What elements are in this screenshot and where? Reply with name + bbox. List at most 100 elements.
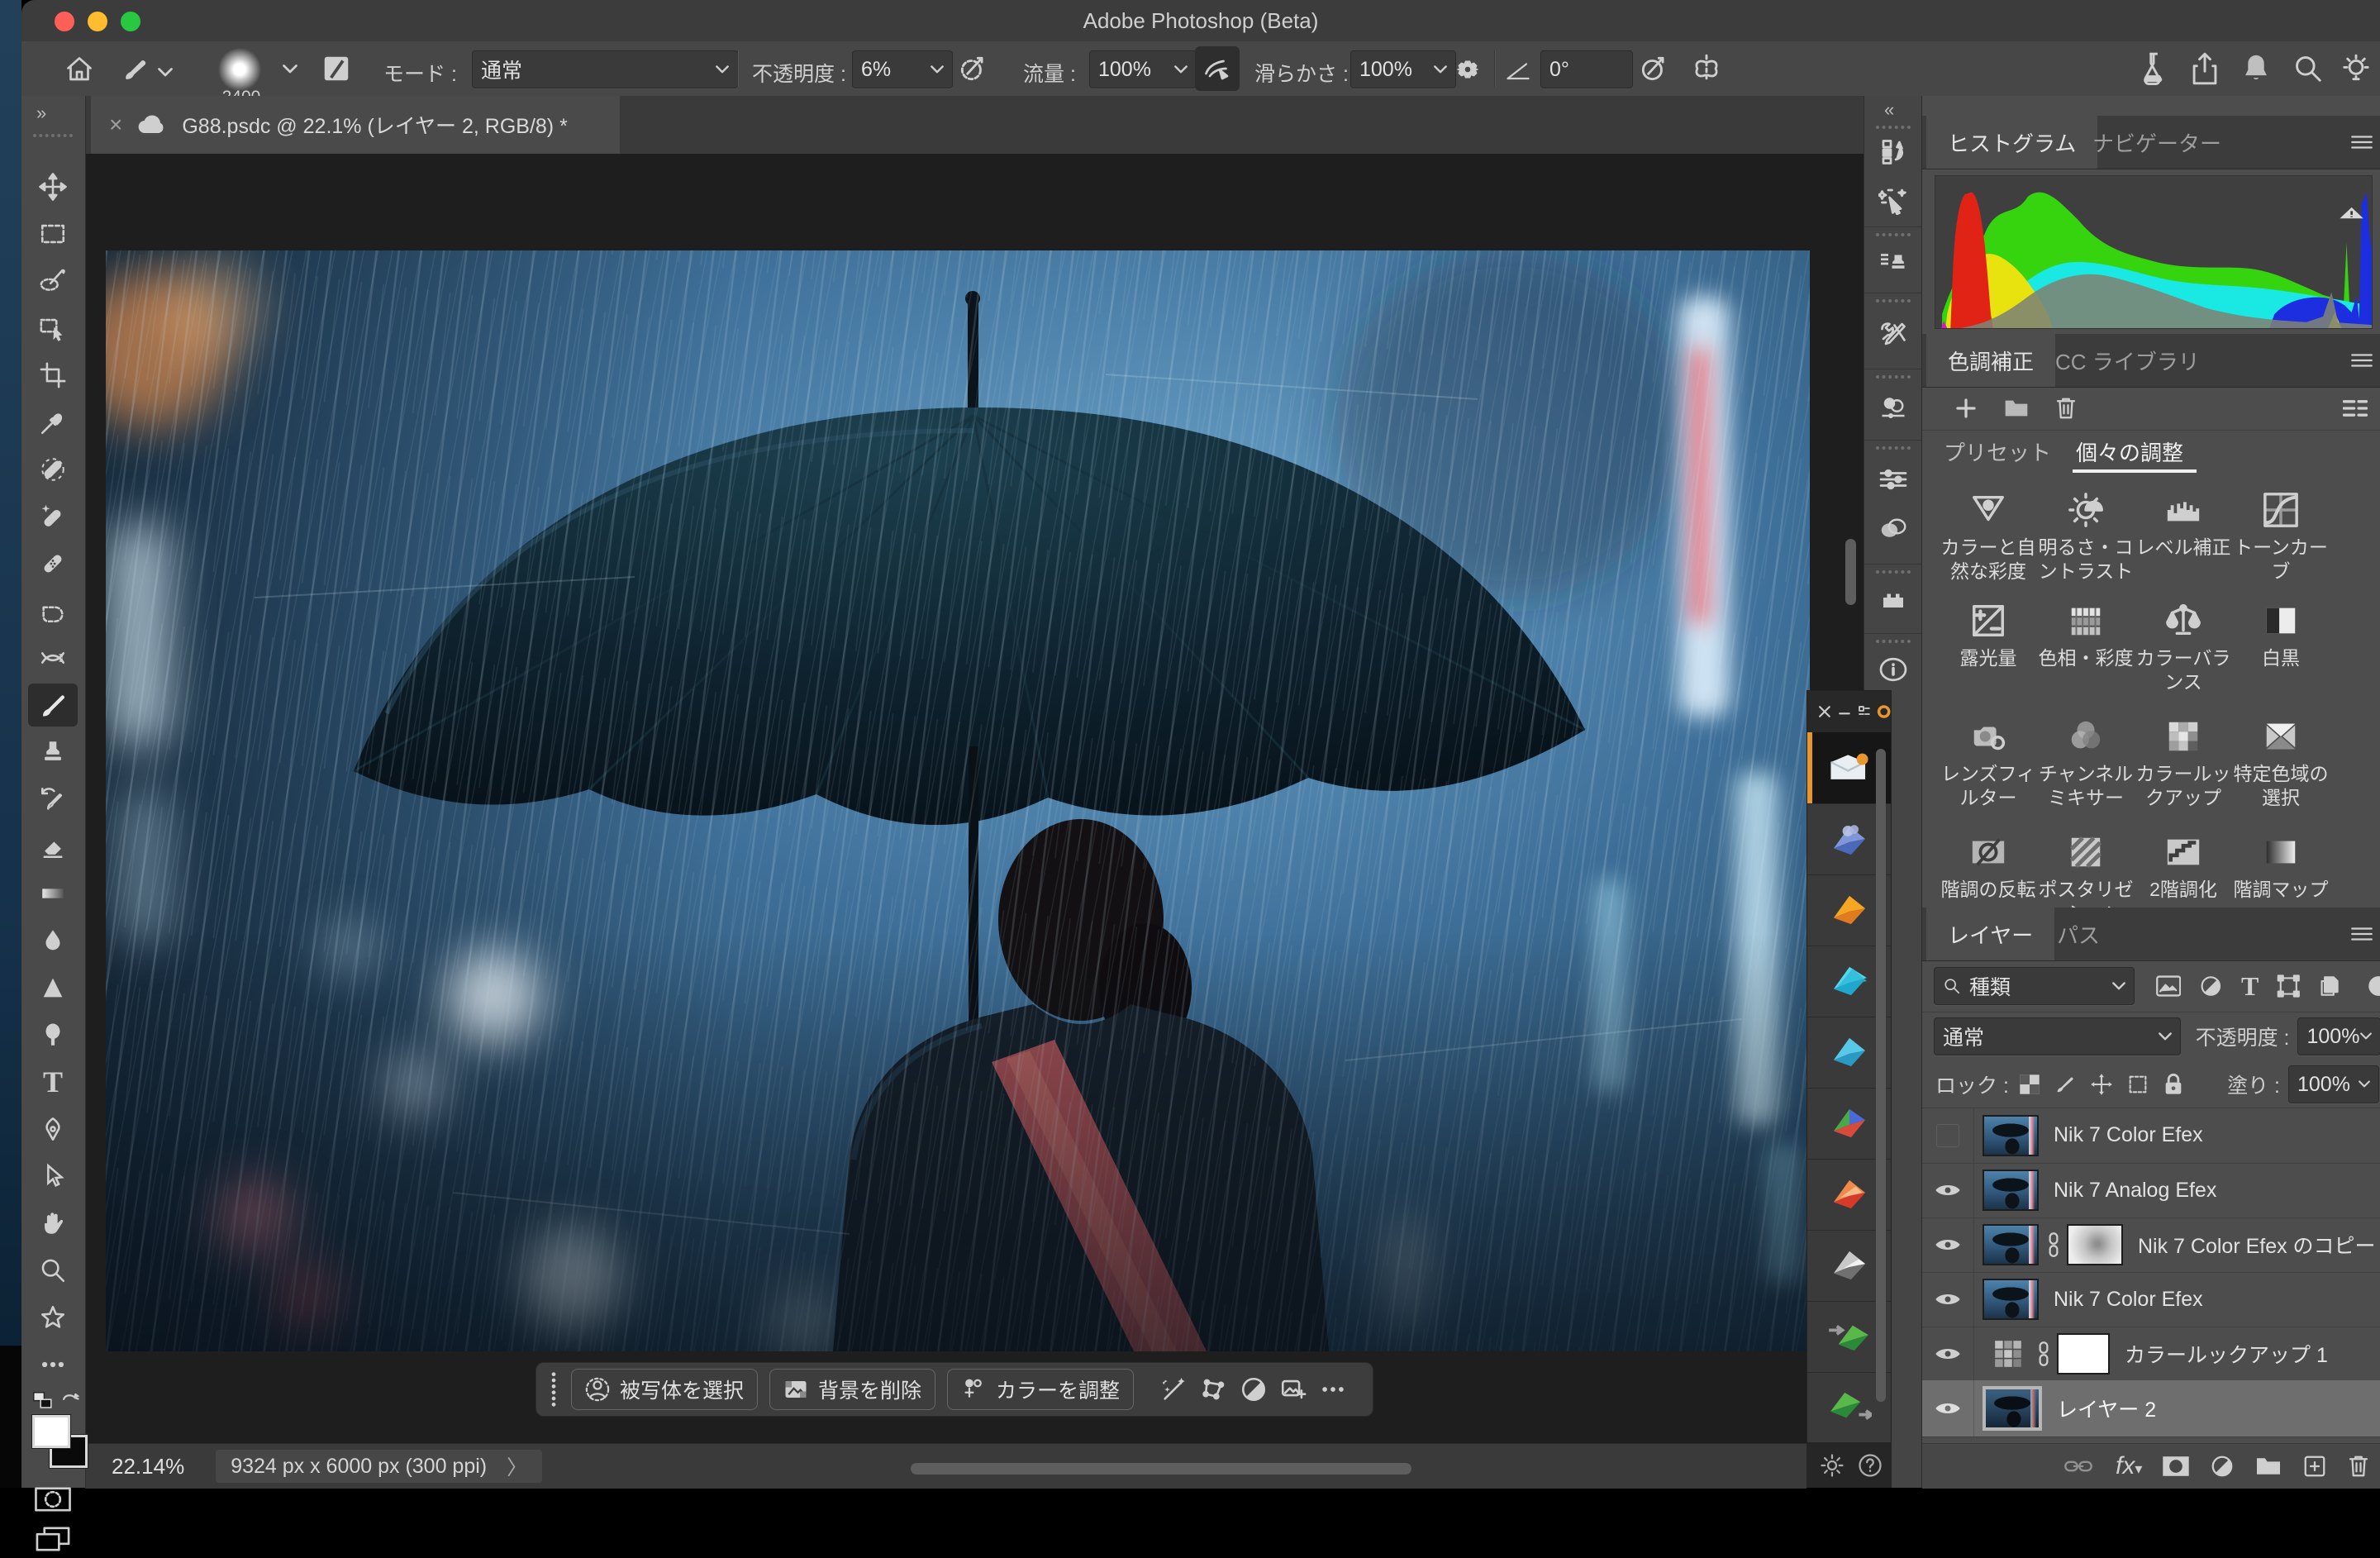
layer-thumbnail[interactable] — [1983, 1224, 2039, 1265]
pressure-size-icon[interactable] — [1638, 53, 1669, 84]
select-subject-button[interactable]: 被写体を選択 — [571, 1369, 758, 1410]
adjustment-threshold[interactable]: 2階調化 — [2135, 833, 2231, 902]
panel-menu-icon[interactable] — [2351, 352, 2373, 369]
tool-crop[interactable] — [28, 354, 78, 397]
tool-eyedropper[interactable] — [28, 401, 78, 444]
tool-zoom[interactable] — [28, 1249, 78, 1292]
close-tab-icon[interactable]: × — [109, 112, 122, 138]
tool-spot-healing-brush[interactable] — [28, 495, 78, 538]
add-image-icon[interactable] — [1279, 1375, 1307, 1403]
visibility-toggle[interactable] — [1922, 1272, 1974, 1327]
bell-icon[interactable] — [2240, 51, 2273, 86]
tool-brush[interactable] — [28, 684, 78, 727]
tool-history-brush[interactable] — [28, 778, 78, 821]
tool-custom-shape[interactable] — [28, 1296, 78, 1339]
tool-gradient[interactable] — [28, 872, 78, 915]
new-group-folder-icon[interactable] — [2003, 396, 2030, 421]
panel-menu-icon[interactable] — [2351, 926, 2373, 942]
tool-clone-stamp[interactable] — [28, 731, 78, 774]
adjustment-photo-filter[interactable]: レンズフィルター — [1940, 717, 2036, 810]
document-tab[interactable]: × G88.psdc @ 22.1% (レイヤー 2, RGB/8) * — [91, 96, 620, 154]
visibility-toggle[interactable] — [1922, 1163, 1974, 1217]
tool-dodge[interactable] — [28, 1013, 78, 1056]
visibility-toggle[interactable] — [1922, 1108, 1974, 1163]
list-view-icon[interactable] — [2343, 398, 2368, 419]
nik-panel-scrollbar[interactable] — [1876, 749, 1886, 1402]
blend-mode-select[interactable]: 通常 — [472, 50, 738, 88]
visibility-toggle[interactable] — [1922, 1217, 1974, 1272]
layer-mask-thumbnail[interactable] — [2067, 1224, 2123, 1265]
adjustment-gradient-map[interactable]: 階調マップ — [2233, 833, 2329, 902]
subtab-presets[interactable]: プリセット — [1944, 436, 2051, 467]
layer-name[interactable]: Nik 7 Color Efex — [2054, 1123, 2203, 1147]
tool-content-aware-move[interactable] — [28, 636, 78, 679]
lightbulb-icon[interactable] — [2340, 53, 2372, 84]
adjustment-color-vibrance[interactable]: カラーと自然な彩度 — [1940, 491, 2036, 584]
tab-navigator[interactable]: ナビゲーター — [2071, 116, 2243, 169]
screen-mode-button[interactable] — [35, 1524, 71, 1558]
tool-selection-brush[interactable] — [28, 260, 78, 303]
tool-eraser[interactable] — [28, 825, 78, 868]
transform-icon[interactable] — [1200, 1375, 1228, 1403]
tool-move[interactable] — [28, 165, 78, 208]
lock-transparency-icon[interactable] — [2019, 1074, 2040, 1095]
tool-type[interactable]: T — [28, 1060, 78, 1103]
color-mixer-panel-icon[interactable] — [1878, 393, 1908, 423]
flask-icon[interactable] — [2137, 51, 2170, 86]
share-icon[interactable] — [2188, 51, 2221, 86]
link-layers-icon[interactable] — [2064, 1456, 2092, 1477]
info-panel-icon[interactable] — [1878, 655, 1908, 684]
taskbar-drag-handle[interactable] — [548, 1371, 559, 1408]
airbrush-toggle[interactable] — [1195, 46, 1240, 91]
chevron-down-icon[interactable] — [283, 64, 298, 74]
layer-name[interactable]: Nik 7 Color Efex のコピー — [2138, 1230, 2376, 1260]
close-window-button[interactable] — [55, 12, 74, 31]
home-icon[interactable] — [64, 55, 94, 84]
adjustment-exposure[interactable]: 露光量 — [1940, 602, 2036, 670]
tool-presets-panel-icon[interactable] — [1878, 319, 1908, 349]
add-mask-icon[interactable] — [2162, 1455, 2190, 1478]
search-icon[interactable] — [2292, 53, 2324, 84]
discover-wand-icon[interactable] — [1878, 185, 1908, 215]
layer-thumbnail[interactable] — [1983, 1115, 2039, 1156]
new-layer-icon[interactable] — [2302, 1454, 2327, 1479]
swap-colors-icon[interactable] — [58, 1387, 83, 1416]
tool-path-selection[interactable] — [28, 1155, 78, 1198]
brush-tip-preview[interactable] — [217, 46, 263, 93]
foreground-color-swatch[interactable] — [32, 1415, 70, 1448]
canvas-image[interactable] — [106, 250, 1810, 1351]
tool-hand[interactable] — [28, 1202, 78, 1245]
adjust-colors-button[interactable]: カラーを調整 — [947, 1369, 1134, 1410]
adjustment-channel-mixer[interactable]: チャンネルミキサー — [2038, 717, 2134, 810]
document-size-readout[interactable]: 9324 px x 6000 px (300 ppi) 〉 — [216, 1450, 542, 1483]
canvas-vertical-scrollbar[interactable] — [1845, 539, 1856, 605]
channels-panel-icon[interactable] — [1878, 514, 1908, 544]
subtab-single-adjustments[interactable]: 個々の調整 — [2076, 436, 2183, 467]
panel-menu-icon[interactable] — [2351, 134, 2373, 150]
filter-smart-object-icon[interactable] — [2319, 974, 2343, 998]
tool-object-selection[interactable] — [28, 307, 78, 350]
filter-toggle-icon[interactable] — [2357, 974, 2380, 998]
adjustment-levels[interactable]: レベル補正 — [2135, 491, 2231, 560]
delete-trash-icon[interactable] — [2347, 1454, 2370, 1479]
adjustment-curves[interactable]: トーンカーブ — [2233, 491, 2329, 584]
layer-row-selected[interactable]: レイヤー 2 — [1922, 1380, 2380, 1437]
layer-opacity-input[interactable]: 100% — [2297, 1017, 2380, 1055]
close-icon[interactable] — [1819, 705, 1830, 718]
tab-paths[interactable]: パス — [2035, 908, 2121, 960]
layer-thumbnail[interactable] — [1983, 1170, 2039, 1211]
mask-link-icon[interactable] — [2047, 1232, 2060, 1257]
tool-edit-toolbar[interactable] — [28, 1343, 78, 1386]
delete-trash-icon[interactable] — [2054, 396, 2078, 421]
layer-thumbnail[interactable] — [1983, 1386, 2042, 1431]
adjustment-color-lookup[interactable]: カラールックアップ — [2135, 717, 2231, 810]
brush-tool-preset-icon[interactable] — [122, 56, 149, 83]
remove-background-button[interactable]: 背景を削除 — [769, 1369, 935, 1410]
brush-angle-input[interactable]: 0° — [1540, 50, 1633, 88]
opacity-input[interactable]: 6% — [852, 50, 953, 88]
flow-input[interactable]: 100% — [1089, 50, 1197, 88]
layer-blend-mode-select[interactable]: 通常 — [1934, 1017, 2181, 1055]
adjustment-selective-color[interactable]: 特定色域の選択 — [2233, 717, 2329, 810]
adjustment-hue-saturation[interactable]: 色相・彩度 — [2038, 602, 2134, 670]
properties-panel-icon[interactable] — [1878, 465, 1908, 494]
